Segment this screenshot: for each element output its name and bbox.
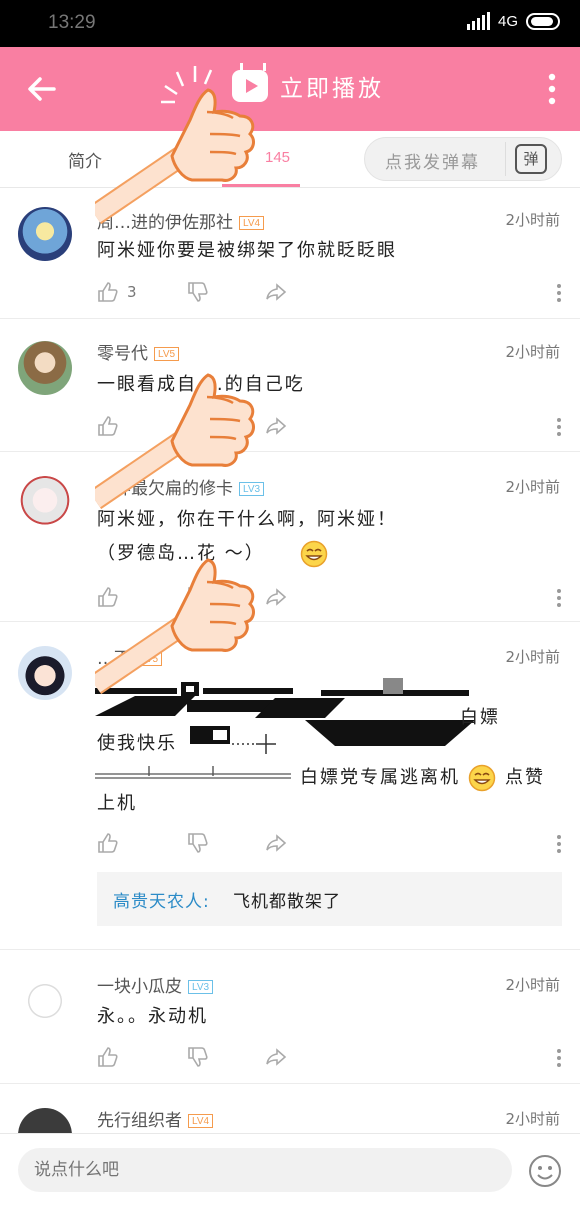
comment-time: 2小时前	[505, 211, 560, 229]
avatar[interactable]	[18, 646, 72, 700]
dislike-icon[interactable]	[187, 1046, 209, 1068]
avatar[interactable]	[18, 341, 72, 395]
comment-item: 周…进的伊佐那社 LV4 2小时前 阿米娅你要是被绑架了你就眨眨眼 3	[0, 189, 580, 319]
comment-text-line: 白嫖	[460, 707, 500, 728]
comment-item: 先行组织者 LV4 2小时前	[0, 1084, 580, 1133]
comment-more-icon[interactable]	[556, 1048, 562, 1068]
comment-text-line: 使我快乐	[97, 733, 177, 754]
share-icon[interactable]	[265, 1046, 287, 1068]
reply-text: 飞机都散架了	[233, 892, 341, 912]
danmaku-toggle-icon[interactable]: 弹	[515, 144, 547, 174]
emoji-picker-icon[interactable]	[528, 1154, 562, 1188]
comment-more-icon[interactable]	[556, 417, 562, 437]
avatar[interactable]	[18, 476, 72, 530]
thumbs-up-sticker-icon	[95, 558, 255, 695]
more-options-icon[interactable]	[548, 73, 556, 105]
comment-actions	[97, 1046, 562, 1072]
comment-more-icon[interactable]	[556, 588, 562, 608]
avatar[interactable]	[18, 974, 72, 1028]
thumbs-up-sticker-icon	[95, 373, 255, 510]
like-count: 3	[127, 283, 137, 301]
level-badge: LV4	[188, 1114, 214, 1128]
avatar[interactable]	[18, 1108, 72, 1133]
signal-icon	[466, 12, 490, 30]
comment-actions	[97, 832, 562, 858]
dislike-icon[interactable]	[187, 281, 209, 303]
thumbs-up-sticker-icon	[95, 66, 255, 225]
play-now-label: 立即播放	[280, 76, 384, 102]
comment-item: 一块小瓜皮 LV3 2小时前 永。。永动机	[0, 950, 580, 1084]
comment-input[interactable]	[18, 1148, 512, 1192]
comment-more-icon[interactable]	[556, 834, 562, 854]
battery-icon	[526, 12, 560, 30]
reply-preview[interactable]: 高贵天农人: 飞机都散架了	[97, 872, 562, 926]
like-icon[interactable]	[97, 832, 119, 854]
comment-time: 2小时前	[505, 976, 560, 994]
share-icon[interactable]	[265, 281, 287, 303]
comment-time: 2小时前	[505, 1110, 560, 1128]
back-arrow-icon[interactable]	[24, 71, 60, 107]
status-icons: 4G	[466, 12, 560, 30]
ascii-runway-line	[95, 766, 291, 779]
avatar[interactable]	[18, 207, 72, 261]
dislike-icon[interactable]	[187, 832, 209, 854]
comment-text-line: 上机	[97, 793, 137, 814]
comment-time: 2小时前	[505, 478, 560, 496]
like-icon[interactable]	[97, 1046, 119, 1068]
status-bar: 13:29 4G	[0, 0, 580, 47]
share-icon[interactable]	[265, 832, 287, 854]
comment-item: …界最欠扁的修卡 LV3 2小时前 阿米娅，你在干什么啊，阿米娅！ （罗德岛…花 …	[0, 452, 580, 622]
comment-text: 永。。永动机	[97, 1006, 208, 1027]
network-label: 4G	[497, 12, 518, 30]
comment-text-line: 白嫖党专属逃离机	[300, 767, 460, 788]
danmaku-input[interactable]: 点我发弹幕 弹	[364, 137, 562, 181]
grinning-emoji-icon	[300, 540, 328, 568]
comment-item: …下LV5 2小时前 白嫖 使我快乐 白嫖党专属逃离机 点赞 上机	[0, 622, 580, 950]
comment-text-line: 点赞	[505, 767, 545, 788]
like-icon[interactable]	[97, 281, 119, 303]
comment-item: 零号代 LV5 2小时前 一眼看成自 …的自己吃	[0, 319, 580, 452]
app-bar: 立即播放	[0, 47, 580, 131]
ascii-dots-line	[232, 734, 276, 754]
comment-input-bar	[0, 1133, 580, 1207]
comment-time: 2小时前	[505, 648, 560, 666]
comment-text: 阿米娅你要是被绑架了你就眨眨眼	[97, 240, 397, 261]
comment-time: 2小时前	[505, 343, 560, 361]
comment-more-icon[interactable]	[556, 283, 562, 303]
reply-username[interactable]: 高贵天农人:	[113, 887, 210, 912]
level-badge: LV3	[188, 980, 214, 994]
danmaku-placeholder: 点我发弹幕	[385, 153, 480, 173]
comment-actions: 3	[97, 281, 562, 307]
comment-username[interactable]: 一块小瓜皮 LV3	[97, 972, 214, 997]
comment-input-container	[18, 1148, 512, 1192]
grinning-emoji-icon	[468, 764, 496, 792]
comment-username[interactable]: 先行组织者 LV4	[97, 1106, 214, 1131]
